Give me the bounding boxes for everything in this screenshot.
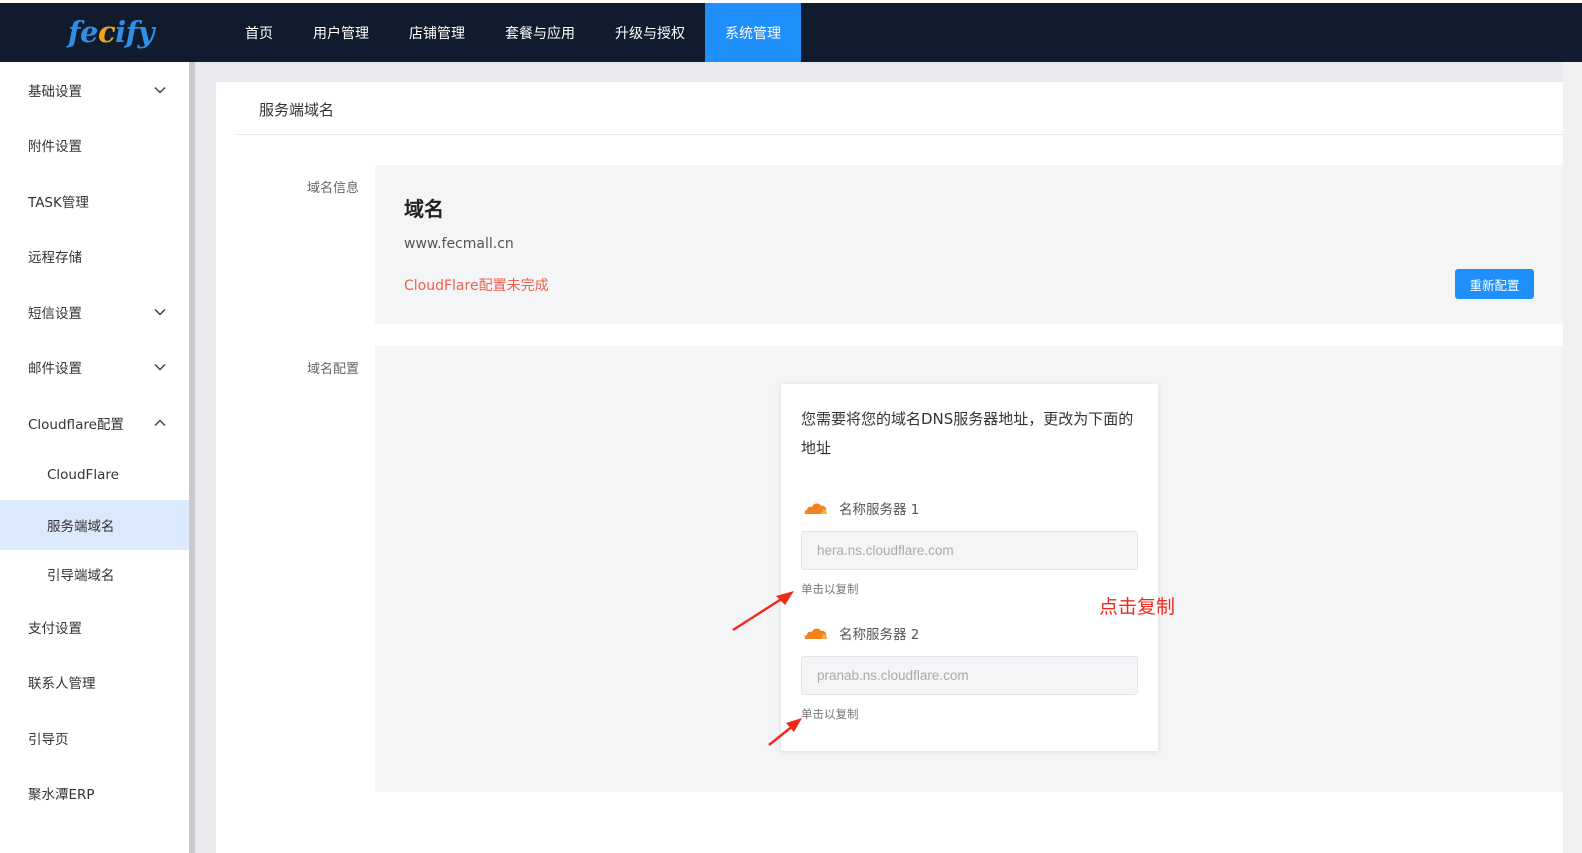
sidebar-item-cloudflare[interactable]: Cloudflare配置 bbox=[0, 395, 189, 451]
domain-config-card: 您需要将您的域名DNS服务器地址，更改为下面的地址 名称服务器 1 单击以复制 … bbox=[375, 346, 1565, 792]
sidebar-item-label: Cloudflare配置 bbox=[28, 416, 124, 433]
nameserver-2-field[interactable] bbox=[801, 656, 1138, 695]
domain-config-label: 域名配置 bbox=[307, 362, 360, 377]
nameserver-2-header: 名称服务器 2 bbox=[803, 623, 919, 643]
nav-item-system[interactable]: 系统管理 bbox=[705, 3, 801, 62]
fecify-logo[interactable]: fecify bbox=[68, 15, 154, 49]
domain-value: www.fecmall.cn bbox=[404, 236, 514, 252]
sidebar-item-label: 引导页 bbox=[28, 731, 69, 748]
annotation-arrow-icon bbox=[732, 591, 794, 632]
sidebar: 基础设置 附件设置 TASK管理 远程存储 短信设置 邮件设置 Cloudfla… bbox=[0, 62, 189, 853]
cloudflare-icon bbox=[804, 503, 827, 514]
sidebar-item-label: 附件设置 bbox=[28, 139, 82, 156]
nav-item-stores[interactable]: 店铺管理 bbox=[389, 3, 485, 62]
annotation-text: 点击复制 bbox=[1099, 596, 1176, 618]
sidebar-item-label: 支付设置 bbox=[28, 620, 82, 637]
cloudflare-icon bbox=[804, 628, 827, 639]
page-title: 服务端域名 bbox=[259, 101, 335, 119]
chevron-down-icon bbox=[154, 364, 166, 371]
page-scrollbar[interactable] bbox=[1563, 62, 1582, 853]
domain-heading: 域名 bbox=[404, 197, 444, 221]
sidebar-subitem-server-domain[interactable]: 服务端域名 bbox=[0, 500, 189, 550]
sidebar-item-remote-storage[interactable]: 远程存储 bbox=[0, 229, 189, 285]
sidebar-subitem-cloudflare[interactable]: CloudFlare bbox=[0, 451, 189, 501]
nameserver-1-header: 名称服务器 1 bbox=[803, 498, 919, 518]
nav-item-upgrade[interactable]: 升级与授权 bbox=[595, 3, 705, 62]
sidebar-item-task[interactable]: TASK管理 bbox=[0, 173, 189, 229]
sidebar-item-label: 联系人管理 bbox=[28, 676, 96, 693]
sidebar-item-payment[interactable]: 支付设置 bbox=[0, 599, 189, 655]
nameserver-2-label: 名称服务器 2 bbox=[839, 627, 920, 643]
nameserver-1-label: 名称服务器 1 bbox=[839, 502, 920, 518]
sidebar-item-label: 基础设置 bbox=[28, 83, 82, 100]
sidebar-item-attachment[interactable]: 附件设置 bbox=[0, 118, 189, 174]
annotation-arrow-icon bbox=[768, 718, 802, 746]
nav-item-users[interactable]: 用户管理 bbox=[293, 3, 389, 62]
chevron-down-icon bbox=[154, 308, 166, 316]
top-navbar: fecify 首页 用户管理 店铺管理 套餐与应用 升级与授权 系统管理 bbox=[0, 0, 1582, 62]
nav-item-plans[interactable]: 套餐与应用 bbox=[485, 3, 595, 62]
sidebar-item-label: 远程存储 bbox=[28, 250, 82, 267]
status-text: CloudFlare配置未完成 bbox=[404, 278, 549, 294]
copy-hint-1: 单击以复制 bbox=[801, 582, 859, 596]
sidebar-item-basic-settings[interactable]: 基础设置 bbox=[0, 62, 189, 118]
reconfigure-button[interactable]: 重新配置 bbox=[1455, 269, 1534, 299]
chevron-up-icon bbox=[154, 419, 166, 426]
sidebar-item-label: 聚水潭ERP bbox=[28, 787, 95, 804]
sidebar-subitem-guide-domain[interactable]: 引导端域名 bbox=[0, 550, 189, 600]
sidebar-item-label: TASK管理 bbox=[28, 194, 89, 211]
chevron-down-icon bbox=[154, 86, 166, 94]
sidebar-item-contacts[interactable]: 联系人管理 bbox=[0, 655, 189, 711]
sidebar-item-guide-page[interactable]: 引导页 bbox=[0, 710, 189, 766]
sidebar-item-label: 短信设置 bbox=[28, 305, 82, 322]
dns-instructions-panel: 您需要将您的域名DNS服务器地址，更改为下面的地址 名称服务器 1 单击以复制 … bbox=[781, 384, 1158, 751]
main-panel: 服务端域名 域名信息 域名 www.fecmall.cn CloudFlare配… bbox=[216, 82, 1582, 853]
sidebar-item-sms[interactable]: 短信设置 bbox=[0, 284, 189, 340]
sidebar-scrollbar[interactable] bbox=[189, 62, 195, 853]
sidebar-item-label: 邮件设置 bbox=[28, 361, 82, 378]
domain-info-label: 域名信息 bbox=[307, 181, 360, 196]
nav-item-home[interactable]: 首页 bbox=[225, 3, 293, 62]
nameserver-1-field[interactable] bbox=[801, 531, 1138, 570]
sidebar-item-erp[interactable]: 聚水潭ERP bbox=[0, 766, 189, 822]
domain-info-card: 域名 www.fecmall.cn CloudFlare配置未完成 重新配置 bbox=[375, 165, 1565, 324]
dns-intro-text: 您需要将您的域名DNS服务器地址，更改为下面的地址 bbox=[801, 410, 1134, 457]
divider bbox=[236, 134, 1582, 135]
copy-hint-2: 单击以复制 bbox=[801, 707, 859, 721]
main-nav: 首页 用户管理 店铺管理 套餐与应用 升级与授权 系统管理 bbox=[225, 3, 801, 62]
sidebar-item-email[interactable]: 邮件设置 bbox=[0, 340, 189, 396]
